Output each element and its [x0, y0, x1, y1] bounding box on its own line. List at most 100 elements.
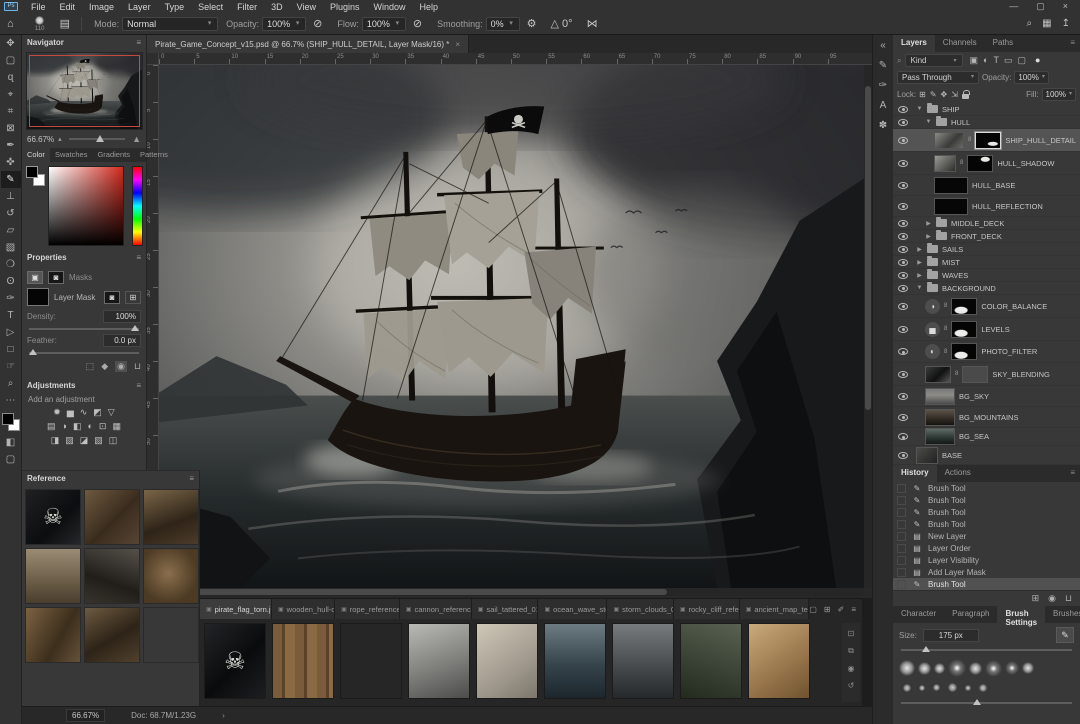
navigator-zoom-slider[interactable] [69, 138, 125, 140]
brush-preset-picker[interactable]: 110 [27, 16, 53, 32]
brush-tip-preview-small[interactable] [965, 685, 971, 691]
restore-button[interactable]: ▢ [1036, 1, 1045, 12]
layer-mask-thumbnail[interactable] [951, 343, 977, 360]
marquee-tool[interactable]: ▢ [1, 52, 21, 69]
layer-visibility-eye-icon[interactable] [898, 303, 908, 310]
history-item[interactable]: ✎Brush Tool [893, 578, 1080, 590]
blur-tool[interactable]: ❍ [1, 256, 21, 273]
shape-tool[interactable]: □ [1, 341, 21, 358]
film-thumbnail-1[interactable] [272, 623, 334, 699]
gradient-map-icon[interactable]: ▧ [94, 435, 103, 446]
photo-filter-icon[interactable]: ◐ [87, 421, 92, 432]
film-thumbnail-2[interactable] [340, 623, 402, 699]
menu-file[interactable]: File [24, 2, 53, 12]
film-thumbnail-5[interactable] [544, 623, 606, 699]
layer-thumbnail[interactable] [925, 409, 955, 426]
brush-tip-preview[interactable] [969, 662, 982, 675]
healing-brush-tool[interactable]: ✜ [1, 154, 21, 171]
lasso-tool[interactable]: ɋ [1, 69, 21, 86]
film-tab-6[interactable]: ▣storm_clouds_0... [607, 599, 673, 619]
invert-icon[interactable]: ◨ [51, 435, 60, 446]
layer-visibility-eye-icon[interactable] [898, 137, 908, 144]
brush-tool[interactable]: ✎ [1, 171, 21, 188]
density-slider[interactable] [29, 328, 139, 330]
brush-size-slider[interactable] [901, 649, 1072, 651]
brightness-contrast-icon[interactable]: ✹ [53, 407, 61, 418]
curves-icon[interactable]: ∿ [80, 407, 88, 418]
film-side-clone-icon[interactable]: ⊡ [848, 629, 855, 638]
mask-selection-icon[interactable]: ⬚ [86, 361, 95, 372]
layer-visibility-eye-icon[interactable] [898, 182, 908, 189]
brush-tip-preview[interactable] [1022, 662, 1034, 674]
group-chevron-icon[interactable]: ▼ [916, 285, 923, 291]
layer-mask-thumbnail[interactable] [951, 298, 977, 315]
brush-angle-icon[interactable]: △ 0° [544, 17, 580, 30]
history-source-checkbox[interactable] [897, 496, 906, 505]
delete-mask-icon[interactable]: ⊔ [134, 361, 141, 372]
gradient-tool[interactable]: ▧ [1, 239, 21, 256]
filmstrip-edit-icon[interactable]: ✐ [838, 605, 845, 614]
document-tab-close-icon[interactable]: × [455, 40, 460, 49]
mask-visibility-eye-icon[interactable]: ◉ [115, 361, 127, 372]
feather-value[interactable]: 0.0 px [103, 334, 141, 347]
layer-thumbnail[interactable] [934, 155, 956, 172]
layer-visibility-eye-icon[interactable] [898, 452, 908, 459]
layer-visibility-eye-icon[interactable] [898, 348, 908, 355]
menu-filter[interactable]: Filter [230, 2, 264, 12]
filmstrip-menu-icon[interactable]: ≡ [851, 605, 856, 614]
color-lookup-icon[interactable]: ▦ [112, 421, 121, 432]
frame-tool[interactable]: ⊠ [1, 120, 21, 137]
tab-brush-group-brush-settings[interactable]: Brush Settings [997, 606, 1045, 623]
eyedropper-tool[interactable]: ✒ [1, 137, 21, 154]
path-selection-tool[interactable]: ▷ [1, 324, 21, 341]
history-item[interactable]: ▤Add Layer Mask [893, 566, 1080, 578]
brush-tip-preview[interactable] [934, 663, 945, 674]
more-tools[interactable]: ⋯ [1, 392, 21, 409]
vertical-scrollbar[interactable] [864, 65, 872, 588]
selective-color-icon[interactable]: ◫ [109, 435, 118, 446]
brush-tip-preview-small[interactable] [919, 685, 925, 691]
ref-carved-wood[interactable] [25, 548, 81, 604]
layer-visibility-eye-icon[interactable] [898, 259, 908, 266]
film-thumbnail-8[interactable] [748, 623, 810, 699]
ref-ship-stern-photo[interactable] [143, 489, 199, 545]
layer-thumbnail[interactable] [925, 428, 955, 445]
search-icon[interactable]: ⌕ [1027, 18, 1033, 29]
layer-visibility-eye-icon[interactable] [898, 220, 908, 227]
brush-tip-preview[interactable] [948, 659, 966, 677]
exposure-icon[interactable]: ◩ [93, 407, 102, 418]
menu-image[interactable]: Image [82, 2, 121, 12]
new-snapshot-icon[interactable]: ◉ [1048, 593, 1056, 604]
zoom-in-icon[interactable]: ▲ [132, 134, 141, 144]
layer-row-waves[interactable]: ▶WAVES [893, 269, 1080, 282]
layer-row-bg_sky[interactable]: BG_SKY [893, 386, 1080, 407]
layer-thumbnail[interactable] [916, 447, 938, 464]
layer-row-photo_filter[interactable]: ◐8PHOTO_FILTER [893, 341, 1080, 363]
black-white-icon[interactable]: ◧ [73, 421, 82, 432]
hue-slider[interactable] [132, 166, 143, 246]
color-balance-icon[interactable]: ◑ [62, 421, 67, 432]
history-source-checkbox[interactable] [897, 556, 906, 565]
clone-stamp-tool[interactable]: ⊥ [1, 188, 21, 205]
brush-tip-preview[interactable] [899, 660, 915, 676]
group-chevron-icon[interactable]: ▶ [916, 272, 923, 279]
eraser-tool[interactable]: ▱ [1, 222, 21, 239]
styles-panel-icon[interactable]: ✽ [879, 120, 887, 131]
tab-gradients[interactable]: Gradients [92, 148, 135, 162]
history-source-checkbox[interactable] [897, 484, 906, 493]
toggle-brush-panel-icon[interactable]: ▤ [53, 17, 77, 30]
layer-row-middle_deck[interactable]: ▶MIDDLE_DECK [893, 217, 1080, 230]
filter-adjustment-layers-icon[interactable]: ◐ [983, 55, 988, 66]
history-item[interactable]: ▤New Layer [893, 530, 1080, 542]
lock-pixels-icon[interactable]: ✎ [930, 90, 937, 99]
brush-tip-preview-small[interactable] [933, 684, 940, 691]
history-item[interactable]: ✎Brush Tool [893, 494, 1080, 506]
tab-color[interactable]: Color [22, 148, 50, 162]
layer-visibility-eye-icon[interactable] [898, 203, 908, 210]
share-icon[interactable]: ↥ [1062, 18, 1070, 29]
layer-visibility-eye-icon[interactable] [898, 433, 908, 440]
menu-view[interactable]: View [290, 2, 323, 12]
symmetry-icon[interactable]: ⋈ [580, 17, 605, 30]
group-chevron-icon[interactable]: ▼ [916, 106, 923, 112]
lock-position-icon[interactable]: ✥ [941, 90, 948, 99]
